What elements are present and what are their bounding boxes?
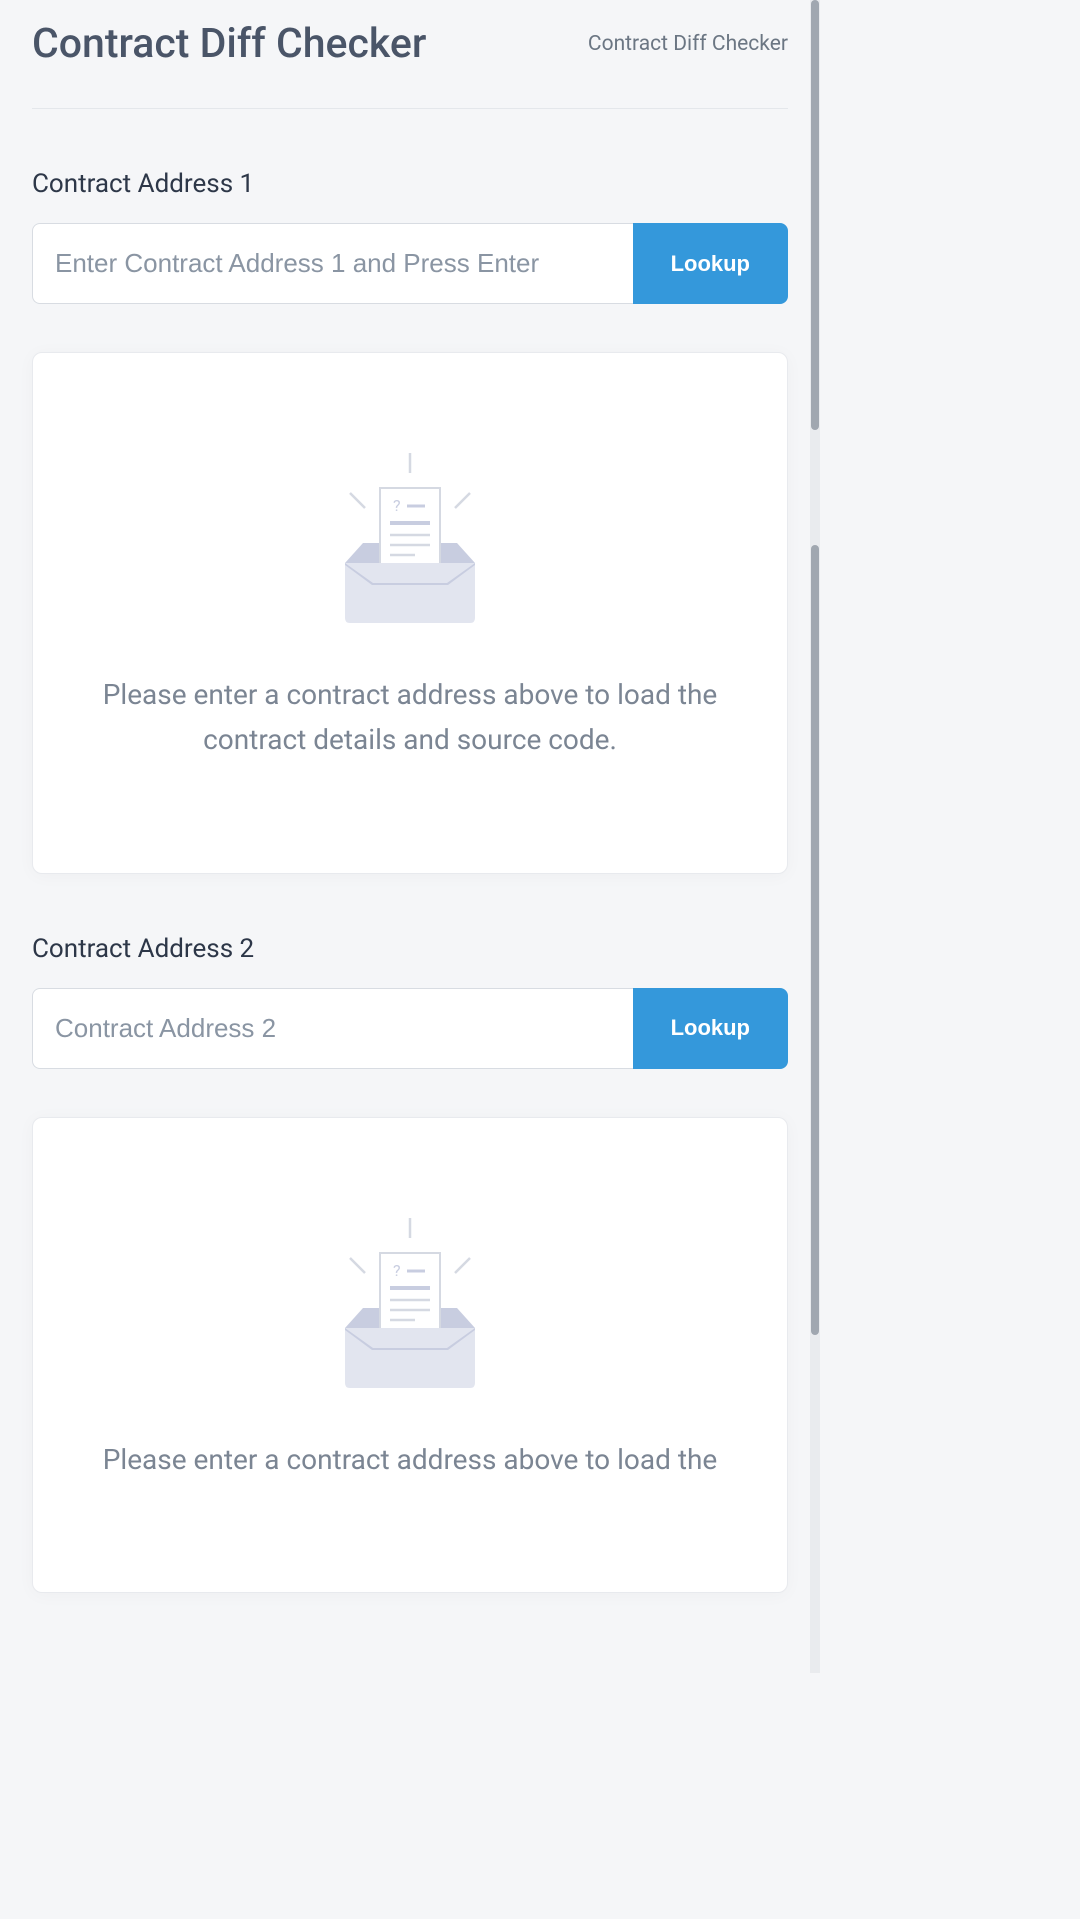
page-header: Contract Diff Checker Contract Diff Chec… — [32, 20, 788, 109]
contract-2-lookup-button[interactable]: Lookup — [633, 988, 788, 1069]
empty-inbox-icon: ? — [83, 1218, 737, 1398]
contract-2-empty-state: ? Please enter a contract address above … — [32, 1117, 788, 1594]
breadcrumb: Contract Diff Checker — [588, 32, 788, 56]
contract-1-label: Contract Address 1 — [32, 169, 788, 199]
contract-1-empty-state: ? Please enter a contract address above … — [32, 352, 788, 874]
contract-1-empty-message: Please enter a contract address above to… — [83, 673, 737, 763]
contract-1-input-group: Lookup — [32, 223, 788, 304]
page-title: Contract Diff Checker — [32, 20, 426, 68]
contract-1-address-input[interactable] — [32, 223, 633, 304]
contract-1-lookup-button[interactable]: Lookup — [633, 223, 788, 304]
contract-2-label: Contract Address 2 — [32, 934, 788, 964]
svg-text:?: ? — [393, 496, 401, 515]
scrollbar-thumb[interactable] — [811, 0, 819, 430]
contract-2-empty-message: Please enter a contract address above to… — [83, 1438, 737, 1483]
empty-inbox-icon: ? — [83, 453, 737, 633]
scrollbar-track[interactable] — [810, 0, 820, 1673]
svg-text:?: ? — [393, 1261, 401, 1280]
contract-2-address-input[interactable] — [32, 988, 633, 1069]
scrollbar-thumb[interactable] — [811, 545, 819, 1335]
contract-2-input-group: Lookup — [32, 988, 788, 1069]
